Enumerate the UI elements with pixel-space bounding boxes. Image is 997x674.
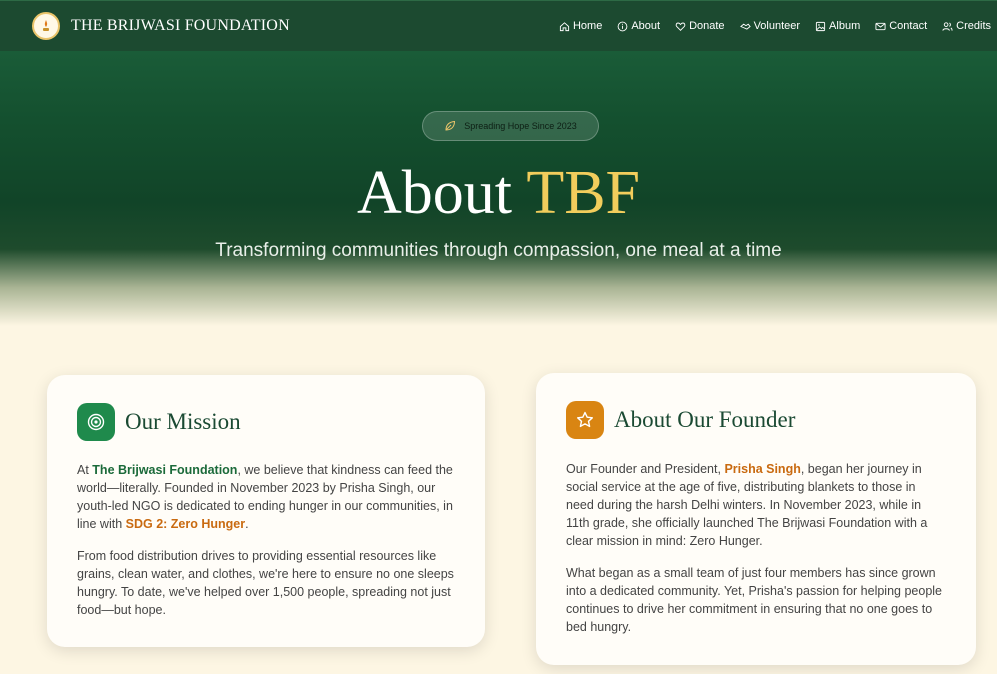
info-icon [617,21,628,31]
navbar: THE BRIJWASI FOUNDATION Home About Donat… [0,0,997,51]
founder-title: About Our Founder [614,407,796,432]
nav-donate-label: Donate [689,20,725,32]
star-icon [566,401,604,439]
mission-paragraph-1: At The Brijwasi Foundation, we believe t… [77,461,455,533]
mission-p1-intro: At [77,463,93,477]
target-icon [77,403,115,441]
hero-badge: Spreading Hope Since 2023 [422,111,599,141]
lamp-icon [43,20,49,31]
mission-paragraph-2: From food distribution drives to providi… [77,549,454,617]
founder-p1-intro: Our Founder and President, [566,462,725,476]
heart-icon [675,22,686,31]
users-icon [942,21,953,31]
page-title: About TBF [0,155,997,231]
nav-links: Home About Donate Volunteer Album Contac… [559,20,991,32]
mission-org-name: The Brijwasi Foundation [92,463,238,477]
handshake-icon [739,23,751,30]
founder-name: Prisha Singh [724,462,801,476]
mail-icon [875,22,886,30]
page-title-accent: TBF [526,159,641,227]
hero-subtitle: Transforming communities through compass… [215,240,782,261]
nav-album[interactable]: Album [815,20,860,32]
founder-body: Our Founder and President, Prisha Singh,… [566,460,946,650]
founder-card-header: About Our Founder [566,401,795,439]
hero-badge-text: Spreading Hope Since 2023 [464,121,577,131]
foundation-logo [32,12,60,40]
nav-volunteer[interactable]: Volunteer [739,20,801,32]
mission-p1-end: . [245,517,249,531]
nav-credits[interactable]: Credits [942,20,991,32]
nav-about[interactable]: About [617,20,660,32]
mission-card-header: Our Mission [77,403,241,441]
nav-home[interactable]: Home [559,20,602,32]
nav-about-label: About [631,20,661,32]
nav-home-label: Home [572,20,603,32]
nav-donate[interactable]: Donate [675,20,725,32]
home-icon [559,21,570,31]
image-icon [815,21,826,31]
nav-volunteer-label: Volunteer [753,20,801,32]
mission-body: At The Brijwasi Foundation, we believe t… [77,461,455,633]
nav-album-label: Album [829,20,861,32]
founder-card: About Our Founder Our Founder and Presid… [536,373,976,665]
brand[interactable]: THE BRIJWASI FOUNDATION [32,12,290,40]
hero-section: Spreading Hope Since 2023 About TBF Tran… [0,51,997,326]
nav-credits-label: Credits [956,20,991,32]
mission-sdg-label: SDG 2: Zero Hunger [125,517,246,531]
nav-contact-label: Contact [889,20,928,32]
mission-title: Our Mission [125,409,241,434]
founder-paragraph-2: What began as a small team of just four … [566,566,943,634]
page-title-main: About [356,159,527,227]
nav-contact[interactable]: Contact [875,20,927,32]
brand-name: THE BRIJWASI FOUNDATION [71,17,290,34]
leaf-icon [445,120,456,131]
mission-card: Our Mission At The Brijwasi Foundation, … [47,375,485,647]
founder-paragraph-1: Our Founder and President, Prisha Singh,… [566,460,946,550]
